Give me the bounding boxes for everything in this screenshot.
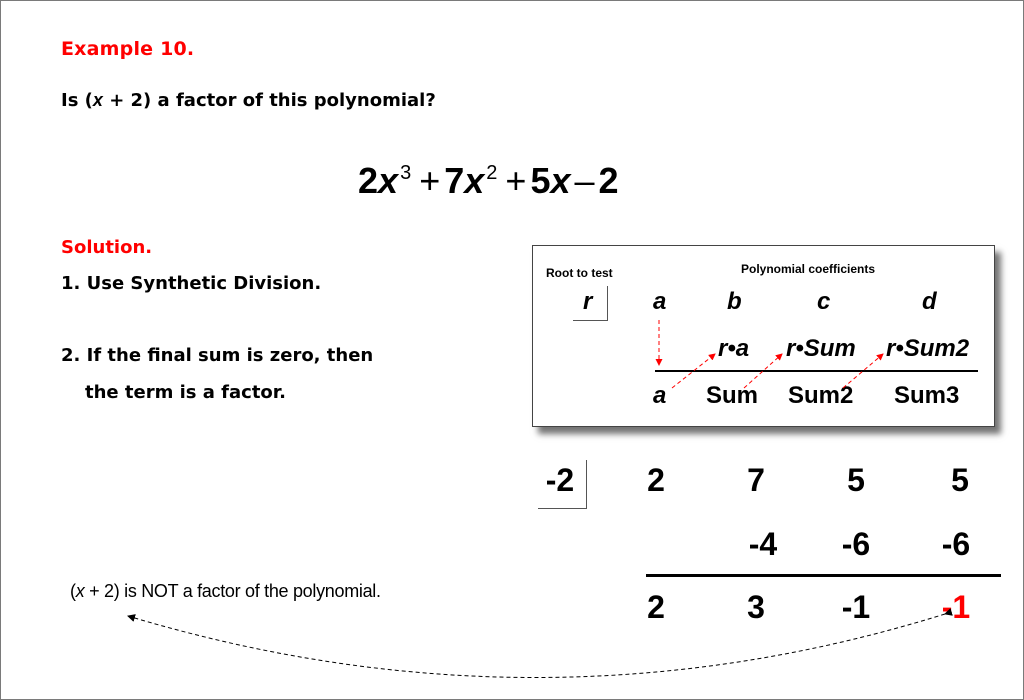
arrow-a-to-ra: [671, 353, 716, 389]
arrow-sum2-to-rsum2: [842, 353, 884, 389]
arrow-sum-to-rsum: [743, 353, 783, 389]
arrows-layer: [127, 320, 953, 678]
arrow-remainder-to-conclusion: [127, 608, 953, 678]
